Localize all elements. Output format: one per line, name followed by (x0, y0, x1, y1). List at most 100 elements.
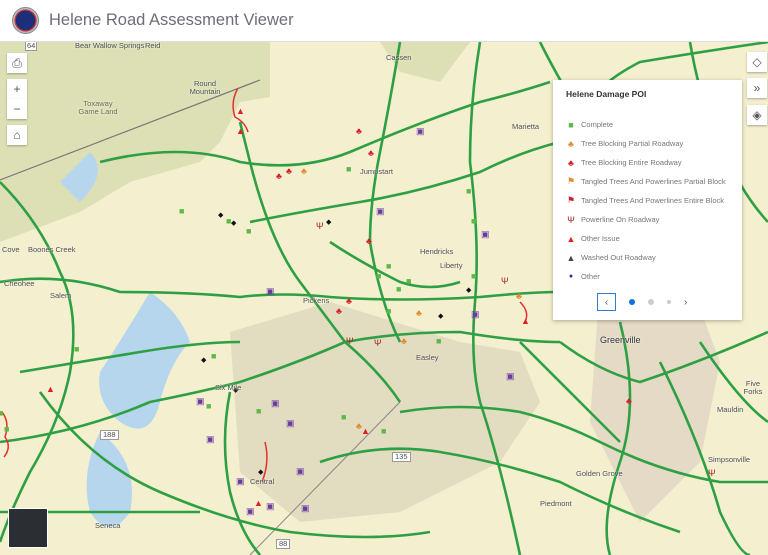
page-dot-1[interactable] (629, 299, 635, 305)
tree-entire-marker[interactable]: ♣ (366, 236, 372, 246)
complete-marker[interactable]: ■ (471, 271, 476, 281)
bus-marker[interactable]: ▣ (506, 371, 515, 381)
bus-marker[interactable]: ▣ (301, 503, 310, 513)
tree-entire-marker[interactable]: ♣ (368, 148, 374, 158)
bus-marker[interactable]: ▣ (416, 126, 425, 136)
map-label: Greenville (600, 335, 641, 345)
bus-marker[interactable]: ▣ (471, 309, 480, 319)
complete-marker[interactable]: ■ (206, 401, 211, 411)
diamond-marker[interactable]: ◆ (201, 356, 206, 366)
powerline-marker[interactable]: Ψ (346, 336, 354, 346)
print-button[interactable]: ⎙ (7, 53, 27, 73)
legend-label: Powerline On Roadway (581, 215, 660, 224)
map-label: Golden Grove (576, 469, 623, 478)
legend-list: ■ Complete ♣ Tree Blocking Partial Roadway… (566, 115, 726, 286)
bus-marker[interactable]: ▣ (266, 501, 275, 511)
complete-marker[interactable]: ■ (346, 164, 351, 174)
diamond-marker[interactable]: ◆ (218, 211, 223, 221)
map-label: Salem (50, 291, 72, 300)
bus-marker[interactable]: ▣ (266, 286, 275, 296)
complete-marker[interactable]: ■ (386, 261, 391, 271)
locate-button[interactable]: ◇ (747, 52, 767, 72)
complete-marker[interactable]: ■ (396, 284, 401, 294)
legend-label: Complete (581, 120, 614, 129)
complete-marker[interactable]: ■ (381, 426, 386, 436)
bus-marker[interactable]: ▣ (296, 466, 305, 476)
bus-marker[interactable]: ▣ (376, 206, 385, 216)
tree-entire-marker[interactable]: ♣ (286, 166, 292, 176)
map-label: Easley (416, 353, 439, 362)
bus-marker[interactable]: ▣ (236, 476, 245, 486)
complete-marker[interactable]: ■ (74, 344, 79, 354)
home-icon: ⌂ (13, 128, 21, 142)
map-label: Five Forks (743, 379, 763, 396)
other-issue-marker[interactable]: ▲ (361, 426, 370, 436)
expand-button[interactable]: » (747, 78, 767, 98)
other-issue-marker[interactable]: ▲ (521, 316, 530, 326)
tree-entire-marker[interactable]: ♣ (276, 171, 282, 181)
tree-partial-marker[interactable]: ♣ (416, 308, 422, 318)
complete-marker[interactable]: ■ (226, 216, 231, 226)
diamond-marker[interactable]: ◆ (231, 219, 236, 229)
tree-partial-marker[interactable]: ♣ (301, 166, 307, 176)
next-page-button[interactable]: › (684, 297, 687, 308)
complete-marker[interactable]: ■ (341, 412, 346, 422)
map-label: Six Mile (215, 383, 242, 392)
diamond-marker[interactable]: ◆ (326, 218, 331, 228)
legend-item: ⚑ Tangled Trees And Powerlines Partial Bl… (566, 172, 726, 191)
complete-marker[interactable]: ■ (0, 408, 3, 418)
app-header: Helene Road Assessment Viewer (0, 0, 768, 42)
other-issue-marker[interactable]: ▲ (236, 106, 245, 116)
diamond-marker[interactable]: ◆ (438, 312, 443, 322)
complete-marker[interactable]: ■ (256, 406, 261, 416)
bus-marker[interactable]: ▣ (481, 229, 490, 239)
flag-icon: ⚑ (566, 195, 576, 205)
diamond-marker[interactable]: ◆ (466, 286, 471, 296)
powerline-marker[interactable]: Ψ (316, 221, 324, 231)
complete-marker[interactable]: ■ (211, 351, 216, 361)
page-dot-3[interactable] (667, 300, 671, 304)
complete-marker[interactable]: ■ (386, 306, 391, 316)
complete-marker[interactable]: ■ (179, 206, 184, 216)
bus-marker[interactable]: ▣ (206, 434, 215, 444)
powerline-marker[interactable]: Ψ (501, 276, 509, 286)
complete-marker[interactable]: ■ (4, 424, 9, 434)
tree-entire-marker[interactable]: ♣ (356, 126, 362, 136)
tree-entire-marker[interactable]: ♣ (346, 296, 352, 306)
complete-marker[interactable]: ■ (376, 271, 381, 281)
tree-partial-marker[interactable]: ♣ (401, 336, 407, 346)
complete-marker[interactable]: ■ (471, 216, 476, 226)
zoom-out-button[interactable]: − (7, 99, 27, 119)
complete-marker[interactable]: ■ (406, 276, 411, 286)
powerline-marker[interactable]: Ψ (708, 468, 716, 478)
page-dot-2[interactable] (648, 299, 654, 305)
flag-icon: ⚑ (566, 176, 576, 186)
other-issue-marker[interactable]: ▲ (254, 498, 263, 508)
map-label: Central (250, 477, 275, 486)
tree-entire-marker[interactable]: ♣ (336, 306, 342, 316)
complete-marker[interactable]: ■ (466, 186, 471, 196)
legend-label: Washed Out Roadway (581, 253, 656, 262)
legend-label: Tangled Trees And Powerlines Partial Blo… (581, 177, 726, 186)
complete-marker[interactable]: ■ (246, 226, 251, 236)
complete-marker[interactable]: ■ (436, 336, 441, 346)
overview-map[interactable] (8, 508, 48, 548)
bus-marker[interactable]: ▣ (196, 396, 205, 406)
bus-marker[interactable]: ▣ (271, 398, 280, 408)
legend-label: Tree Blocking Partial Roadway (581, 139, 684, 148)
triangle-icon: ▲ (566, 252, 576, 263)
map-label: Liberty (440, 261, 463, 270)
bus-marker[interactable]: ▣ (286, 418, 295, 428)
home-button[interactable]: ⌂ (7, 125, 27, 145)
zoom-in-button[interactable]: + (7, 79, 27, 99)
layers-button[interactable]: ◈ (747, 105, 767, 125)
legend-label: Other (581, 272, 600, 281)
tree-partial-marker[interactable]: ♣ (516, 291, 522, 301)
map-label: Pickens (303, 296, 330, 305)
other-issue-marker[interactable]: ▲ (236, 126, 245, 136)
legend-item: ♣ Tree Blocking Partial Roadway (566, 134, 726, 153)
tree-entire-marker[interactable]: ♣ (626, 396, 632, 406)
previous-page-button[interactable]: ‹ (597, 293, 616, 311)
powerline-marker[interactable]: Ψ (374, 338, 382, 348)
other-issue-marker[interactable]: ▲ (46, 384, 55, 394)
